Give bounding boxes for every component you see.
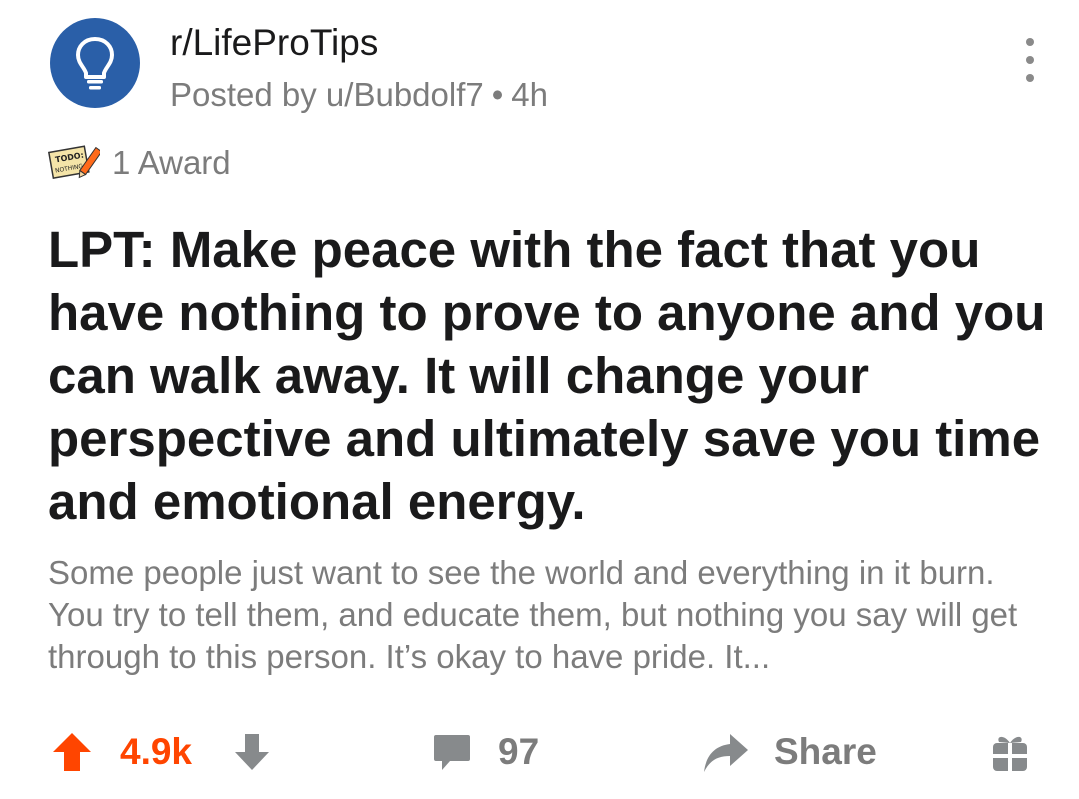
post-author[interactable]: Posted by u/Bubdolf7 <box>170 76 484 113</box>
todo-nothing-award-icon: TODO: NOTHING <box>48 145 100 179</box>
post-title[interactable]: LPT: Make peace with the fact that you h… <box>48 218 1048 533</box>
awards-row[interactable]: TODO: NOTHING 1 Award <box>48 140 231 186</box>
share-arrow-icon[interactable] <box>700 728 750 776</box>
subreddit-avatar[interactable] <box>50 18 140 108</box>
subreddit-name[interactable]: r/LifeProTips <box>170 20 378 66</box>
more-options-button[interactable] <box>1010 38 1050 82</box>
more-dot <box>1026 38 1034 46</box>
award-count: 1 Award <box>112 144 231 181</box>
more-dot <box>1026 56 1034 64</box>
vote-score: 4.9k <box>120 731 193 772</box>
post-action-bar: 4.9k 97 Share <box>0 720 1079 784</box>
comment-bubble-icon[interactable] <box>430 730 474 774</box>
post-age: 4h <box>511 76 549 113</box>
more-dot <box>1026 74 1034 82</box>
upvote-arrow-icon[interactable] <box>50 730 94 774</box>
share-button[interactable]: Share <box>774 728 877 776</box>
post-body-preview[interactable]: Some people just want to see the world a… <box>48 552 1048 678</box>
meta-separator: • <box>491 76 504 113</box>
post-meta: Posted by u/Bubdolf7 • 4h <box>170 74 548 116</box>
comment-count[interactable]: 97 <box>498 728 539 776</box>
gift-award-icon[interactable] <box>990 730 1030 774</box>
lightbulb-icon <box>76 37 114 90</box>
downvote-arrow-icon[interactable] <box>232 730 272 774</box>
